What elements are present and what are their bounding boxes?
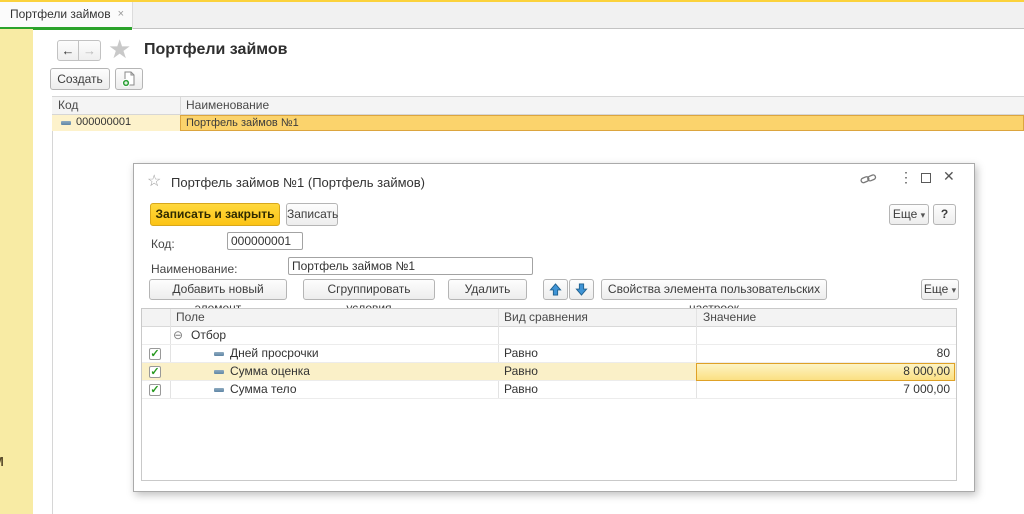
- kebab-menu-icon[interactable]: ⋮: [899, 169, 913, 186]
- name-value: Портфель займов №1: [186, 116, 299, 131]
- row-checkbox[interactable]: ✓: [149, 348, 161, 360]
- list-border: [52, 96, 53, 514]
- delete-button[interactable]: Удалить: [448, 279, 527, 300]
- history-navigation: ← →: [57, 40, 101, 61]
- move-down-button[interactable]: [569, 279, 594, 300]
- tab-loan-portfolios[interactable]: Портфели займов ×: [0, 2, 133, 29]
- group-row[interactable]: ⊖ Отбор: [142, 327, 956, 345]
- save-button[interactable]: Записать: [286, 203, 338, 226]
- field-dash-icon: [214, 388, 224, 392]
- app-window: Портфели займов × М ← → ★ Портфели займо…: [0, 0, 1024, 514]
- item-dash-icon: [61, 121, 71, 125]
- maximize-icon[interactable]: [921, 173, 931, 183]
- code-cell[interactable]: 000000001: [52, 115, 180, 131]
- column-header-code[interactable]: Код: [58, 97, 78, 114]
- code-field[interactable]: 000000001: [227, 232, 303, 250]
- help-button[interactable]: ?: [933, 204, 956, 225]
- move-up-button[interactable]: [543, 279, 568, 300]
- panel-text-fragment: М: [0, 454, 4, 469]
- arrow-up-icon: [549, 285, 562, 299]
- tab-label: Портфели займов: [10, 2, 111, 27]
- copy-document-icon: [121, 76, 137, 90]
- table-row[interactable]: ✓ Дней просрочки Равно 80: [142, 345, 956, 363]
- name-field-label: Наименование:: [151, 262, 238, 276]
- column-header-field[interactable]: Поле: [176, 309, 205, 326]
- value-cell[interactable]: 7 000,00: [696, 381, 954, 398]
- row-checkbox[interactable]: ✓: [149, 384, 161, 396]
- field-dash-icon: [214, 370, 224, 374]
- close-icon[interactable]: ✕: [943, 168, 955, 185]
- table-row[interactable]: ✓ Сумма тело Равно 7 000,00: [142, 381, 956, 399]
- row-checkbox[interactable]: ✓: [149, 366, 161, 378]
- column-header-name[interactable]: Наименование: [186, 97, 269, 114]
- field-name: Сумма тело: [230, 381, 297, 398]
- portfolio-dialog: ☆ Портфель займов №1 (Портфель займов) ⋮…: [133, 163, 975, 492]
- more-label: Еще: [893, 207, 917, 221]
- save-and-close-button[interactable]: Записать и закрыть: [150, 203, 280, 226]
- conditions-table: Поле Вид сравнения Значение ⊖ Отбор ✓ Дн…: [141, 308, 957, 481]
- table-row[interactable]: 000000001 Портфель займов №1: [52, 115, 1024, 131]
- tab-bar: Портфели займов ×: [0, 2, 1024, 29]
- back-button[interactable]: ←: [57, 40, 79, 61]
- dialog-title: Портфель займов №1 (Портфель займов): [171, 175, 425, 190]
- list-header-row: Код Наименование: [52, 96, 1024, 115]
- favorite-star-outline-icon[interactable]: ☆: [147, 171, 161, 191]
- more-label: Еще: [924, 282, 948, 296]
- value-cell[interactable]: 80: [696, 345, 954, 362]
- comparison-value: Равно: [504, 381, 538, 398]
- column-header-comparison[interactable]: Вид сравнения: [504, 309, 588, 326]
- focused-value-cell[interactable]: 8 000,00: [696, 363, 955, 381]
- page-title: Портфели займов: [144, 41, 288, 59]
- more-button-toolbar[interactable]: Еще ▾: [921, 279, 959, 300]
- code-field-label: Код:: [151, 237, 175, 251]
- tab-close-icon[interactable]: ×: [118, 2, 124, 27]
- more-button-top[interactable]: Еще ▾: [889, 204, 929, 225]
- code-value: 000000001: [76, 115, 131, 130]
- user-settings-properties-button[interactable]: Свойства элемента пользовательских настр…: [601, 279, 827, 300]
- arrow-down-icon: [575, 285, 588, 299]
- add-element-button[interactable]: Добавить новый элемент: [149, 279, 287, 300]
- create-by-copy-button[interactable]: [115, 68, 143, 90]
- column-header-value[interactable]: Значение: [703, 309, 756, 326]
- comparison-value: Равно: [504, 345, 538, 362]
- get-link-icon[interactable]: [860, 172, 877, 191]
- forward-button[interactable]: →: [79, 40, 101, 61]
- create-button[interactable]: Создать: [50, 68, 110, 90]
- field-name: Дней просрочки: [230, 345, 319, 362]
- conditions-header-row: Поле Вид сравнения Значение: [142, 309, 956, 327]
- favorite-star-icon[interactable]: ★: [108, 34, 131, 65]
- chevron-down-icon: ▾: [921, 210, 926, 220]
- group-label: Отбор: [191, 327, 226, 344]
- field-name: Сумма оценка: [230, 363, 310, 380]
- collapse-icon[interactable]: ⊖: [173, 327, 183, 344]
- name-field[interactable]: Портфель займов №1: [288, 257, 533, 275]
- chevron-down-icon: ▾: [952, 285, 957, 295]
- group-conditions-button[interactable]: Сгруппировать условия: [303, 279, 435, 300]
- field-dash-icon: [214, 352, 224, 356]
- column-separator[interactable]: [180, 97, 181, 114]
- left-panel: М: [0, 29, 33, 514]
- comparison-value: Равно: [504, 363, 538, 380]
- name-cell[interactable]: Портфель займов №1: [180, 115, 1024, 131]
